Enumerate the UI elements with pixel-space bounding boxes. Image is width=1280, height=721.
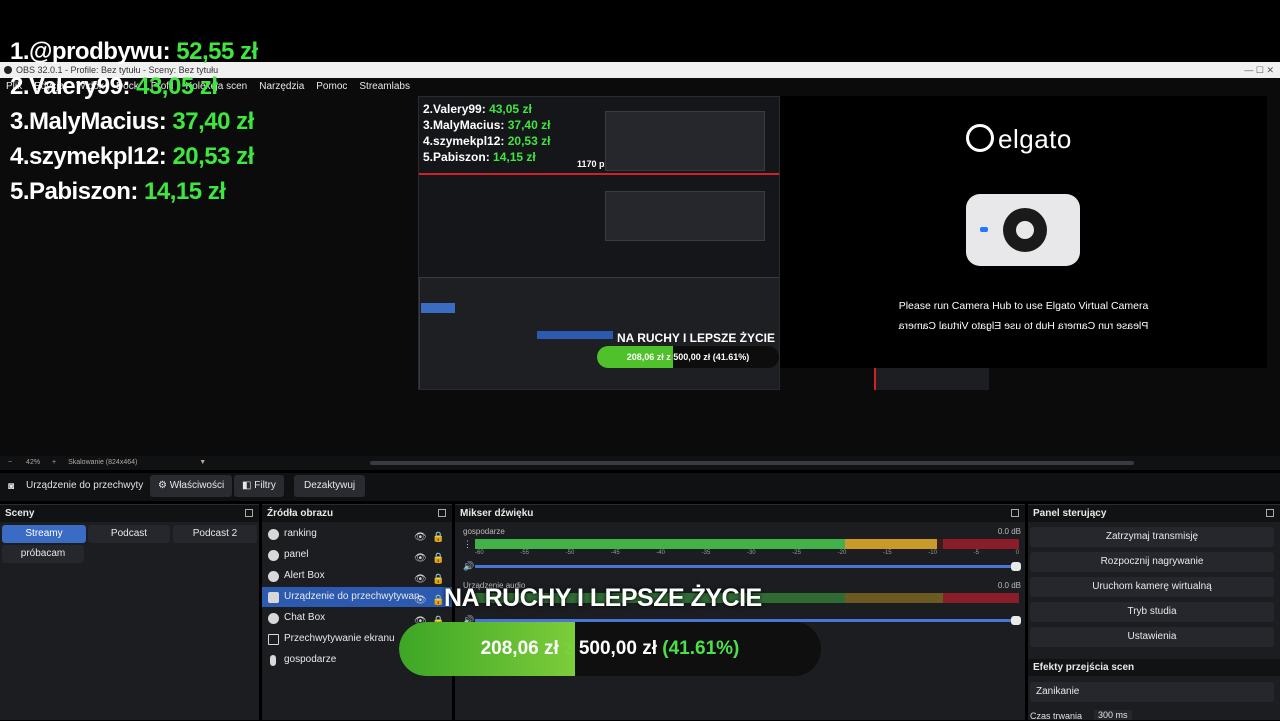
dock-float-icon[interactable] [438, 509, 446, 517]
start-virtual-camera-button[interactable]: Uruchom kamerę wirtualną [1030, 577, 1274, 597]
scenes-dock: Sceny Streamy Podcast Podcast 2 próbacam [0, 504, 259, 720]
overlay-banner: NA RUCHY I LEPSZE ŻYCIE [444, 584, 762, 612]
nested-capture-preview: 2.Valery99: 43,05 zł 3.MalyMacius: 37,40… [418, 96, 780, 390]
camera-icon [268, 592, 279, 603]
menu-help[interactable]: Pomoc [316, 81, 347, 92]
microphone-icon [270, 655, 276, 666]
deactivate-button[interactable]: Dezaktywuj [294, 475, 366, 497]
elgato-logo: elgato [966, 124, 1072, 155]
monitor-icon [268, 634, 279, 645]
sources-dock: Źródła obrazu ranking 👁 🔒 panel 👁 🔒 Alert Bo… [262, 504, 452, 720]
donation-ranking: 1.@prodbywu: 52,55 zł 2.Valery99: 43,05 … [10, 34, 258, 209]
browser-icon [268, 550, 279, 561]
source-panel[interactable]: panel 👁 🔒 [262, 545, 452, 565]
start-recording-button[interactable]: Rozpocznij nagrywanie [1030, 552, 1274, 572]
camera-icon [966, 194, 1080, 266]
transitions-dock-title: Efekty przejścia scen [1028, 659, 1280, 676]
settings-button[interactable]: Ustawienia [1030, 627, 1274, 647]
transition-select[interactable]: Zanikanie [1030, 682, 1274, 702]
donation-goal-bar: 208,06 zł z 500,00 zł (41.61%) [399, 622, 821, 676]
properties-button[interactable]: ⚙ Właściwości [150, 475, 233, 497]
nested-banner: NA RUCHY I LEPSZE ŻYCIE [617, 331, 776, 345]
dock-float-icon[interactable] [1011, 509, 1019, 517]
ranking-entry: 2.Valery99: 43,05 zł [10, 73, 218, 100]
selected-source-name: Urządzenie do przechwyty [26, 480, 144, 491]
duration-input[interactable]: 300 ms [1094, 710, 1132, 720]
scene-probacam[interactable]: próbacam [2, 545, 84, 563]
window-controls[interactable]: — ☐ ✕ [1244, 62, 1274, 78]
zoom-in-button[interactable]: + [52, 459, 56, 466]
source-toolbar: ◙ Urządzenie do przechwyty ⚙ Właściwości… [0, 473, 1280, 501]
elgato-mark-icon [966, 124, 994, 153]
dock-float-icon[interactable] [1266, 509, 1274, 517]
menu-streamlabs[interactable]: Streamlabs [359, 81, 410, 92]
filter-icon: ◧ [242, 480, 255, 491]
kebab-menu-icon[interactable]: ⋮ [463, 539, 472, 550]
sources-dock-title: Źródła obrazu [262, 505, 452, 522]
scaling-label: Skalowanie (824x464) [68, 459, 138, 466]
nested-obs-window [605, 111, 765, 171]
source-alert-box[interactable]: Alert Box 👁 🔒 [262, 566, 452, 586]
dock-float-icon[interactable] [245, 509, 253, 517]
preview-scrollbar[interactable] [370, 461, 1134, 465]
browser-icon [268, 571, 279, 582]
nested-obs-docks [605, 191, 765, 241]
nested-scene-active [421, 303, 455, 313]
meter-ticks: -60 -55 -50 -45 -40 -35 -30 -25 -20 -15 -10 -5 0 [475, 550, 1019, 556]
filters-button[interactable]: ◧ Filtry [234, 475, 284, 497]
elgato-message-mirrored: Please run Camera Hub to use Elgato Virt… [898, 320, 1149, 332]
controls-dock-title: Panel sterujący [1028, 505, 1280, 522]
source-capture-device[interactable]: Urządzenie do przechwytywan 👁 🔒 [262, 587, 452, 607]
zoom-level: 42% [26, 459, 41, 466]
scene-podcast[interactable]: Podcast [88, 525, 170, 543]
camera-icon: ◙ [8, 481, 15, 492]
zoom-out-button[interactable]: − [8, 459, 12, 466]
channel-name: gospodarze [463, 527, 505, 536]
goal-text: 208,06 zł z 500,00 zł (41.61%) [480, 638, 740, 659]
stop-streaming-button[interactable]: Zatrzymaj transmisję [1030, 527, 1274, 547]
nested-capture-edge [874, 368, 989, 390]
ranking-entry: 4.szymekpl12: 20,53 zł [10, 143, 254, 170]
ranking-entry: 1.@prodbywu: 52,55 zł [10, 38, 258, 65]
ranking-entry: 3.MalyMacius: 37,40 zł [10, 108, 254, 135]
elgato-message: Please run Camera Hub to use Elgato Virt… [898, 300, 1149, 312]
menu-tools[interactable]: Narzędzia [259, 81, 304, 92]
chevron-down-icon[interactable]: ▼ [199, 459, 206, 466]
channel-db: 0.0 dB [997, 527, 1021, 536]
ranking-entry: 5.Pabiszon: 14,15 zł [10, 178, 226, 205]
studio-mode-button[interactable]: Tryb studia [1030, 602, 1274, 622]
volume-meter [475, 539, 1019, 549]
scenes-dock-title: Sceny [0, 505, 259, 522]
bounding-guide-line [419, 173, 779, 175]
channel-db: 0.0 dB [997, 581, 1021, 590]
nested-ranking: 2.Valery99: 43,05 zł 3.MalyMacius: 37,40… [423, 102, 551, 164]
mixer-dock-title: Mikser dźwięku [455, 505, 1025, 522]
scene-podcast-2[interactable]: Podcast 2 [173, 525, 257, 543]
gear-icon: ⚙ [158, 480, 170, 491]
speaker-icon[interactable]: 🔊 [463, 561, 474, 572]
scene-streamy[interactable]: Streamy [2, 525, 86, 543]
nested-goal-bar: 208,06 zł z 500,00 zł (41.61%) [597, 346, 779, 368]
browser-icon [268, 613, 279, 624]
source-ranking[interactable]: ranking 👁 🔒 [262, 524, 452, 544]
volume-slider[interactable] [475, 562, 1021, 571]
browser-icon [268, 529, 279, 540]
elgato-virtual-camera-source: elgato Please run Camera Hub to use Elga… [780, 96, 1267, 368]
nested-source-active [537, 331, 613, 339]
controls-dock: Panel sterujący Zatrzymaj transmisję Roz… [1028, 504, 1280, 721]
